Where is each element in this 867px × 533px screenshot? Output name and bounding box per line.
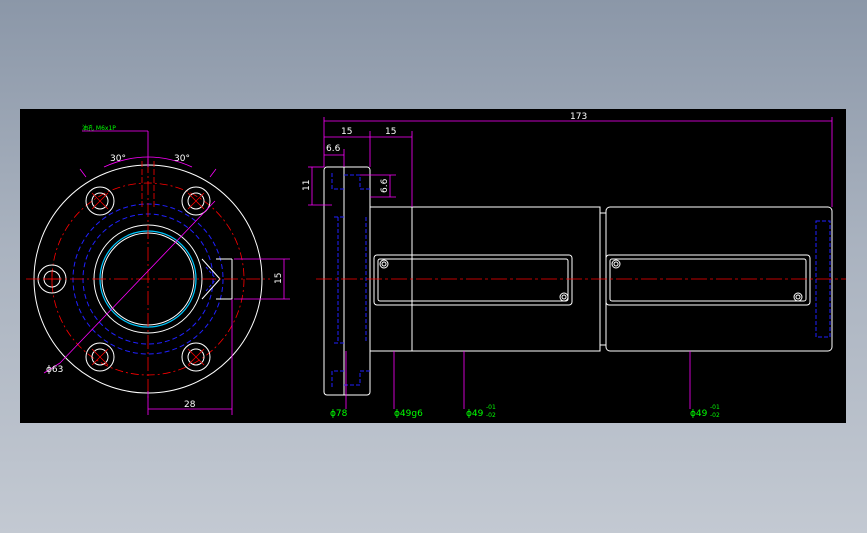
- bolt-hole-top-left: [85, 186, 115, 216]
- angle-left-label: 30°: [110, 154, 126, 164]
- height-dim-label: 15: [274, 273, 284, 284]
- dim-173: [323, 117, 833, 207]
- step-6-6-v-label: 6.6: [380, 178, 390, 193]
- dim-6-6-v: [360, 174, 396, 198]
- dim-15-pilot: [370, 131, 413, 207]
- svg-text:-02: -02: [710, 412, 720, 419]
- slot-2: [605, 254, 811, 306]
- flange-body: [323, 166, 371, 396]
- slot-1: [373, 254, 573, 306]
- svg-text:ϕ49: ϕ49: [466, 409, 484, 419]
- bolt-hole-bottom-right: [181, 342, 211, 372]
- bolt-hole-bottom-left: [85, 342, 115, 372]
- side-view: 173 15 15 6.6 6.6 11 ϕ78 ϕ49g6 ϕ49 -01 -…: [302, 112, 846, 419]
- svg-text:-02: -02: [486, 412, 496, 419]
- front-view: 油孔 M6x1P 30° 30° ϕ63 28 15: [26, 124, 290, 415]
- body-dia-1-label: ϕ49 -01 -02: [466, 404, 496, 419]
- cad-drawing-canvas: 油孔 M6x1P 30° 30° ϕ63 28 15 173 15 15 6.6…: [26, 112, 846, 419]
- flange-hidden-bottom: [331, 342, 370, 387]
- pilot-length-label: 15: [385, 127, 396, 137]
- svg-text:-01: -01: [710, 404, 720, 411]
- step-11-label: 11: [302, 180, 312, 191]
- svg-text:-01: -01: [486, 404, 496, 411]
- flange-thickness-label: 15: [341, 127, 352, 137]
- cad-drawing-viewport[interactable]: 油孔 M6x1P 30° 30° ϕ63 28 15 173 15 15 6.6…: [20, 109, 846, 423]
- body-dia-2-label: ϕ49 -01 -02: [690, 404, 720, 419]
- angle-right-label: 30°: [174, 154, 190, 164]
- offset-dim-label: 28: [184, 400, 196, 410]
- bolt-circle-dia-label: ϕ63: [46, 365, 63, 375]
- svg-text:ϕ49: ϕ49: [690, 409, 708, 419]
- dim-28: [147, 299, 233, 415]
- step-6-6-h-label: 6.6: [326, 144, 341, 154]
- flange-hidden-top: [331, 173, 370, 218]
- oil-hole-note: 油孔 M6x1P: [82, 124, 116, 132]
- flange-dia-label: ϕ78: [330, 409, 348, 419]
- pilot-dia-label: ϕ49g6: [394, 409, 423, 419]
- total-length-label: 173: [570, 112, 587, 122]
